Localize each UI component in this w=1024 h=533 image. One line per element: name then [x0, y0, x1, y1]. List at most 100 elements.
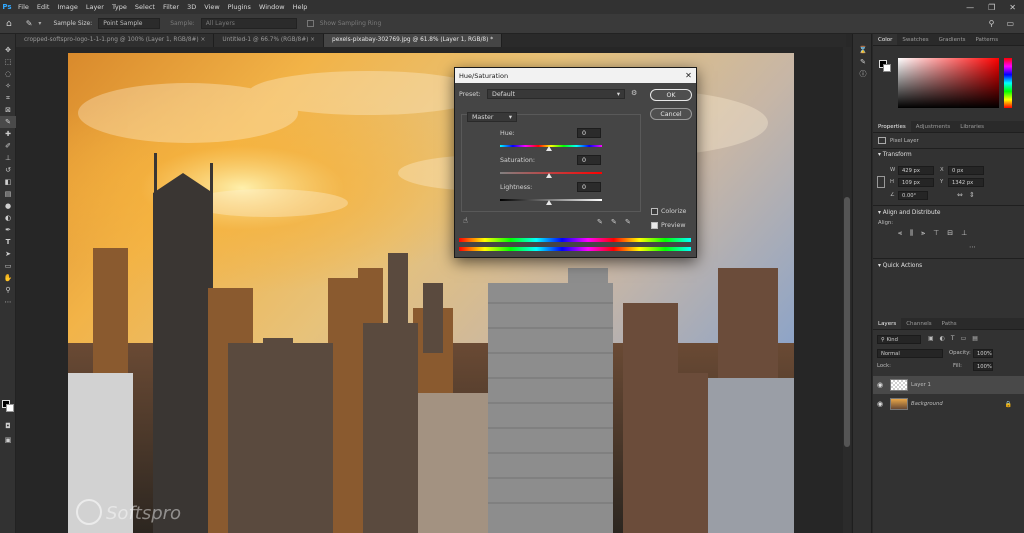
- filter-smart-icon[interactable]: ▤: [972, 335, 978, 342]
- background-layer-name[interactable]: Background: [911, 401, 943, 407]
- show-sampling-ring-checkbox[interactable]: [306, 20, 314, 27]
- tab-untitled-1[interactable]: Untitled-1 @ 66.7% (RGB/8#) ×: [214, 34, 325, 47]
- targeted-adjustment-hand-icon[interactable]: ☝: [463, 216, 468, 225]
- align-distribute-title[interactable]: ▾ Align and Distribute: [873, 207, 945, 219]
- menu-plugins[interactable]: Plugins: [224, 0, 255, 14]
- toolbar-grip[interactable]: [0, 34, 15, 44]
- tab-softspro-logo[interactable]: cropped-softspro-logo-1-1-1.png @ 100% (…: [16, 34, 215, 47]
- sample-select[interactable]: All Layers: [200, 18, 297, 29]
- align-vcenter-icon[interactable]: ⊟: [947, 229, 953, 238]
- lasso-tool-icon[interactable]: ◌: [0, 68, 16, 80]
- width-input[interactable]: 429 px: [898, 166, 934, 175]
- menu-type[interactable]: Type: [108, 0, 131, 14]
- type-tool-icon[interactable]: T: [0, 236, 16, 248]
- menu-view[interactable]: View: [200, 0, 223, 14]
- menu-filter[interactable]: Filter: [159, 0, 183, 14]
- background-swatch[interactable]: [883, 64, 891, 72]
- history-brush-icon[interactable]: ↺: [0, 164, 16, 176]
- tab-gradients[interactable]: Gradients: [934, 34, 971, 45]
- preset-select[interactable]: Default ▾: [487, 89, 625, 99]
- align-right-icon[interactable]: ⫸: [921, 229, 925, 238]
- menu-layer[interactable]: Layer: [82, 0, 108, 14]
- y-input[interactable]: 1342 px: [948, 178, 984, 187]
- menu-file[interactable]: File: [14, 0, 33, 14]
- menu-image[interactable]: Image: [53, 0, 81, 14]
- clone-stamp-icon[interactable]: ⊥: [0, 152, 16, 164]
- scrollbar-thumb[interactable]: [844, 197, 850, 447]
- preview-checkbox[interactable]: [651, 222, 658, 229]
- menu-select[interactable]: Select: [131, 0, 159, 14]
- menu-edit[interactable]: Edit: [33, 0, 54, 14]
- info-panel-icon[interactable]: ⓘ: [853, 68, 873, 80]
- align-top-icon[interactable]: ⊤: [933, 229, 939, 238]
- cancel-button[interactable]: Cancel: [650, 108, 692, 120]
- brush-settings-icon[interactable]: ✎: [853, 56, 873, 68]
- filter-shape-icon[interactable]: ▭: [961, 335, 967, 342]
- hand-tool-icon[interactable]: ✋: [0, 272, 16, 284]
- quick-mask-icon[interactable]: ◘: [0, 420, 16, 432]
- tab-pexels-pixabay[interactable]: pexels-pixabay-302769.jpg @ 61.8% (Layer…: [324, 34, 503, 47]
- gradient-tool-icon[interactable]: ▤: [0, 188, 16, 200]
- tab-color[interactable]: Color: [873, 34, 898, 45]
- home-icon[interactable]: ⌂: [6, 19, 12, 29]
- dodge-tool-icon[interactable]: ◐: [0, 212, 16, 224]
- search-icon[interactable]: ⚲: [989, 19, 995, 28]
- link-icon[interactable]: [877, 176, 885, 188]
- colorize-checkbox[interactable]: [651, 208, 658, 215]
- transform-title[interactable]: ▾ Transform: [873, 149, 1024, 161]
- visibility-eye-icon[interactable]: ◉: [873, 381, 887, 389]
- history-panel-icon[interactable]: ⌛: [853, 44, 873, 56]
- more-options-icon[interactable]: ⋯: [969, 243, 976, 251]
- layer-row-background[interactable]: ◉ Background 🔒: [873, 395, 1024, 413]
- align-bottom-icon[interactable]: ⊥: [961, 229, 967, 238]
- tab-paths[interactable]: Paths: [937, 318, 962, 329]
- flip-horizontal-icon[interactable]: ⇔: [957, 191, 963, 199]
- eyedropper-icon[interactable]: ✎: [597, 218, 603, 226]
- hue-slider-thumb[interactable]: [546, 146, 552, 151]
- menu-3d[interactable]: 3D: [183, 0, 200, 14]
- layer-row-layer-1[interactable]: ◉ Layer 1: [873, 376, 1024, 394]
- angle-input[interactable]: 0.00°: [898, 191, 928, 200]
- filter-pixel-icon[interactable]: ▣: [928, 335, 934, 342]
- fill-input[interactable]: 100%: [973, 362, 993, 371]
- quick-select-tool-icon[interactable]: ✧: [0, 80, 16, 92]
- workspace-icon[interactable]: ▭: [1006, 19, 1014, 28]
- filter-type-icon[interactable]: T: [951, 335, 955, 342]
- preset-options-icon[interactable]: ⚙: [631, 89, 637, 97]
- channel-select[interactable]: Master ▾: [467, 112, 517, 122]
- close-icon[interactable]: ✕: [681, 71, 696, 80]
- maximize-button[interactable]: ❐: [988, 3, 995, 12]
- tab-channels[interactable]: Channels: [901, 318, 936, 329]
- shape-tool-icon[interactable]: ▭: [0, 260, 16, 272]
- minimize-button[interactable]: —: [966, 3, 974, 12]
- path-select-icon[interactable]: ➤: [0, 248, 16, 260]
- healing-brush-icon[interactable]: ✚: [0, 128, 16, 140]
- lightness-slider-thumb[interactable]: [546, 200, 552, 205]
- visibility-eye-icon[interactable]: ◉: [873, 400, 887, 408]
- screen-mode-icon[interactable]: ▣: [0, 434, 16, 446]
- canvas-area[interactable]: Softspro: [16, 47, 846, 533]
- tab-swatches[interactable]: Swatches: [897, 34, 933, 45]
- blur-tool-icon[interactable]: ●: [0, 200, 16, 212]
- eyedropper-icon[interactable]: ✎: [0, 116, 16, 128]
- lightness-input[interactable]: 0: [577, 182, 601, 192]
- saturation-slider-thumb[interactable]: [546, 173, 552, 178]
- more-tools-icon[interactable]: ⋯: [0, 296, 16, 308]
- menu-window[interactable]: Window: [255, 0, 289, 14]
- hue-input[interactable]: 0: [577, 128, 601, 138]
- dialog-titlebar[interactable]: Hue/Saturation ✕: [455, 68, 696, 83]
- chevron-down-icon[interactable]: ▾: [38, 20, 41, 27]
- marquee-tool-icon[interactable]: ⬚: [0, 56, 16, 68]
- height-input[interactable]: 109 px: [898, 178, 934, 187]
- layer-1-name[interactable]: Layer 1: [911, 382, 931, 388]
- tab-adjustments[interactable]: Adjustments: [911, 121, 955, 132]
- brush-tool-icon[interactable]: ✐: [0, 140, 16, 152]
- align-left-icon[interactable]: ⫷: [898, 229, 902, 238]
- zoom-tool-icon[interactable]: ⚲: [0, 284, 16, 296]
- blend-mode-select[interactable]: Normal: [877, 349, 943, 358]
- saturation-input[interactable]: 0: [577, 155, 601, 165]
- flip-vertical-icon[interactable]: ⇕: [969, 191, 975, 199]
- quick-actions-title[interactable]: ▾ Quick Actions: [873, 260, 927, 272]
- layer-filter-select[interactable]: ⚲ Kind: [877, 335, 921, 344]
- tab-layers[interactable]: Layers: [873, 318, 902, 329]
